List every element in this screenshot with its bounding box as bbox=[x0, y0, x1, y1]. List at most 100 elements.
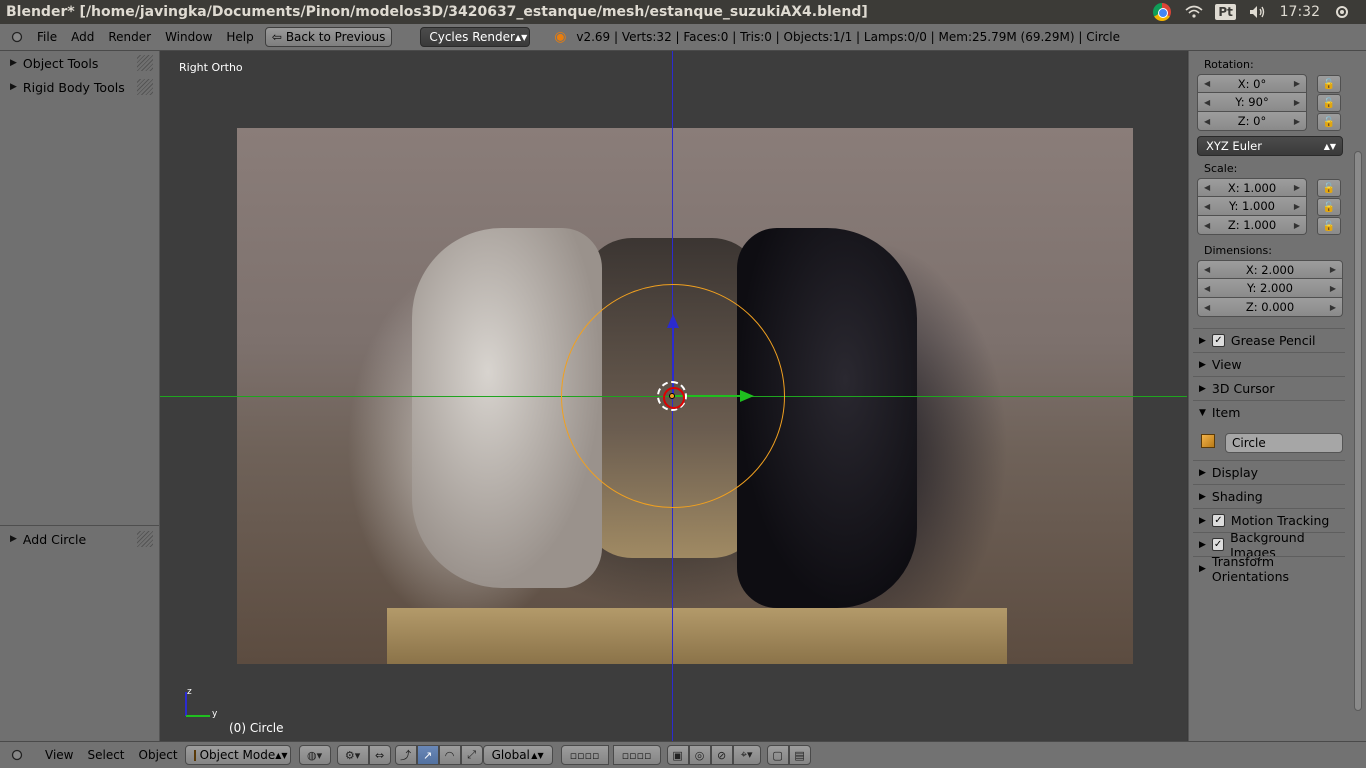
power-gear-icon[interactable] bbox=[1332, 2, 1352, 22]
scale-z-field[interactable]: ◀ Z: 1.000 ▶ bbox=[1197, 216, 1307, 235]
dimension-x-field[interactable]: ◀ X: 2.000 ▶ bbox=[1197, 260, 1343, 279]
collapsed-triangle-icon: ▶ bbox=[1199, 539, 1206, 550]
menu-add[interactable]: Add bbox=[64, 30, 101, 44]
menu-view[interactable]: View bbox=[38, 748, 80, 762]
layer-buttons-group-2[interactable]: ▫▫▫▫ bbox=[612, 745, 661, 765]
menu-render[interactable]: Render bbox=[101, 30, 158, 44]
dimension-y-field[interactable]: ◀ Y: 2.000 ▶ bbox=[1197, 279, 1343, 298]
panel-motion-tracking[interactable]: ▶ ✓ Motion Tracking bbox=[1193, 508, 1345, 532]
menu-object[interactable]: Object bbox=[132, 748, 185, 762]
expanded-triangle-icon: ▼ bbox=[1199, 407, 1206, 418]
motion-tracking-checkbox[interactable]: ✓ bbox=[1211, 514, 1225, 527]
rotate-manipulator-icon[interactable]: ◠ bbox=[438, 745, 461, 765]
wifi-icon[interactable] bbox=[1184, 2, 1204, 22]
render-engine-select[interactable]: Cycles Render ▲▼ bbox=[420, 27, 531, 47]
rotation-z-field[interactable]: ◀ Z: 0° ▶ bbox=[1197, 112, 1307, 131]
panel-background-images[interactable]: ▶ ✓ Background Images bbox=[1193, 530, 1345, 560]
menu-window[interactable]: Window bbox=[158, 30, 219, 44]
scale-manipulator-icon[interactable]: ⤢ bbox=[460, 745, 483, 765]
dimension-z-field[interactable]: ◀ Z: 0.000 ▶ bbox=[1197, 298, 1343, 317]
viewport-shading-icon[interactable]: ◍▾ bbox=[298, 745, 331, 765]
pivot-point-icon[interactable]: ⚙▾ bbox=[336, 745, 369, 765]
back-to-previous-button[interactable]: ⇦ Back to Previous bbox=[264, 27, 393, 47]
keyboard-layout-indicator[interactable]: Pt bbox=[1215, 2, 1236, 22]
panel-display[interactable]: ▶ Display bbox=[1193, 460, 1345, 484]
panel-object-tools[interactable]: ▶ Object Tools bbox=[0, 51, 159, 75]
properties-scrollbar[interactable] bbox=[1354, 151, 1362, 711]
panel-grease-pencil[interactable]: ▶ ✓ Grease Pencil bbox=[1193, 328, 1345, 352]
object-name-field[interactable]: Circle bbox=[1225, 433, 1343, 453]
background-images-checkbox[interactable]: ✓ bbox=[1211, 538, 1225, 551]
panel-item[interactable]: ▼ Item bbox=[1193, 400, 1345, 424]
collapsed-triangle-icon: ▶ bbox=[1199, 335, 1206, 346]
editor-type-icon[interactable] bbox=[4, 27, 30, 47]
panel-view[interactable]: ▶ View bbox=[1193, 352, 1345, 376]
grease-pencil-checkbox[interactable]: ✓ bbox=[1211, 334, 1225, 347]
panel-shading[interactable]: ▶ Shading bbox=[1193, 484, 1345, 508]
object-origin-dot bbox=[669, 393, 675, 399]
scale-z-value: Z: 1.000 bbox=[1227, 218, 1277, 232]
lock-camera-icon[interactable]: ▣ bbox=[666, 745, 689, 765]
panel-object-tools-label: Object Tools bbox=[22, 55, 99, 71]
menu-help[interactable]: Help bbox=[219, 30, 260, 44]
interaction-mode-select[interactable]: Object Mode ▲▼ bbox=[184, 745, 291, 765]
panel-rigid-body-tools[interactable]: ▶ Rigid Body Tools bbox=[0, 75, 159, 99]
panel-item-label: Item bbox=[1211, 405, 1241, 420]
tool-shelf: ▶ Object Tools ▶ Rigid Body Tools ▶ Add … bbox=[0, 51, 160, 741]
rotation-y-field[interactable]: ◀ Y: 90° ▶ bbox=[1197, 93, 1307, 112]
volume-icon[interactable] bbox=[1248, 2, 1268, 22]
editor-type-icon[interactable] bbox=[4, 745, 30, 765]
collapsed-triangle-icon: ▶ bbox=[10, 82, 17, 92]
updown-icon: ▲▼ bbox=[514, 32, 528, 42]
render-opengl-animation-icon[interactable]: ▤ bbox=[788, 745, 811, 765]
clock[interactable]: 17:32 bbox=[1280, 4, 1320, 20]
menu-file[interactable]: File bbox=[30, 30, 64, 44]
snap-toggle-icon[interactable]: ⊘ bbox=[710, 745, 733, 765]
panel-drag-handle[interactable] bbox=[137, 79, 153, 95]
manipulator-toggle-icon[interactable]: ⤴ bbox=[394, 745, 417, 765]
window-title: Blender* [/home/javingka/Documents/Pinon… bbox=[6, 4, 868, 20]
panel-drag-handle[interactable] bbox=[137, 55, 153, 71]
rotation-mode-select[interactable]: XYZ Euler ▲▼ bbox=[1197, 136, 1343, 156]
updown-icon: ▲▼ bbox=[1323, 141, 1336, 151]
operator-divider[interactable] bbox=[0, 525, 159, 526]
active-object-label: (0) Circle bbox=[229, 721, 284, 735]
scale-x-field[interactable]: ◀ X: 1.000 ▶ bbox=[1197, 178, 1307, 197]
rotation-x-value: X: 0° bbox=[1237, 76, 1267, 91]
transform-orientation-select[interactable]: Global ▲▼ bbox=[482, 745, 553, 765]
panel-add-circle[interactable]: ▶ Add Circle bbox=[0, 527, 159, 551]
layer-buttons-group-1[interactable]: ▫▫▫▫ bbox=[560, 745, 609, 765]
chrome-icon[interactable] bbox=[1152, 2, 1172, 22]
lock-scale-y-icon[interactable]: 🔓 bbox=[1317, 198, 1341, 216]
scale-label: Scale: bbox=[1204, 162, 1238, 175]
menu-select[interactable]: Select bbox=[80, 748, 131, 762]
render-engine-value: Cycles Render bbox=[429, 30, 515, 44]
panel-3d-cursor-label: 3D Cursor bbox=[1211, 381, 1275, 396]
lock-scale-x-icon[interactable]: 🔓 bbox=[1317, 179, 1341, 197]
rotation-x-field[interactable]: ◀ X: 0° ▶ bbox=[1197, 74, 1307, 93]
panel-3d-cursor[interactable]: ▶ 3D Cursor bbox=[1193, 376, 1345, 400]
panel-rigid-body-tools-label: Rigid Body Tools bbox=[22, 79, 125, 95]
lock-scale-z-icon[interactable]: 🔓 bbox=[1317, 217, 1341, 235]
scale-x-value: X: 1.000 bbox=[1227, 180, 1277, 195]
panel-drag-handle[interactable] bbox=[137, 531, 153, 547]
back-to-previous-label: Back to Previous bbox=[285, 30, 386, 44]
3d-viewport[interactable]: Right Ortho z y (0) Circle bbox=[160, 51, 1187, 741]
render-opengl-image-icon[interactable]: ▢ bbox=[766, 745, 789, 765]
snap-element-icon[interactable]: ⌖▾ bbox=[732, 745, 761, 765]
scale-y-field[interactable]: ◀ Y: 1.000 ▶ bbox=[1197, 197, 1307, 216]
proportional-editing-icon[interactable]: ◎ bbox=[688, 745, 711, 765]
lock-rotation-z-icon[interactable]: 🔓 bbox=[1317, 113, 1341, 131]
lock-rotation-x-icon[interactable]: 🔓 bbox=[1317, 75, 1341, 93]
collapsed-triangle-icon: ▶ bbox=[1199, 491, 1206, 502]
lock-rotation-y-icon[interactable]: 🔓 bbox=[1317, 94, 1341, 112]
panel-transform-orientations[interactable]: ▶ Transform Orientations bbox=[1193, 554, 1345, 584]
collapsed-triangle-icon: ▶ bbox=[1199, 563, 1206, 574]
translate-manipulator-icon[interactable]: ↗ bbox=[416, 745, 439, 765]
manipulator-z-arrow-icon[interactable] bbox=[667, 314, 679, 328]
rotation-mode-value: XYZ Euler bbox=[1206, 139, 1262, 153]
visible-only-icon[interactable]: ⇔ bbox=[368, 745, 391, 765]
rotation-z-value: Z: 0° bbox=[1237, 114, 1267, 128]
manipulator-y-arrow-icon[interactable] bbox=[740, 390, 754, 402]
scale-y-value: Y: 1.000 bbox=[1229, 199, 1275, 213]
